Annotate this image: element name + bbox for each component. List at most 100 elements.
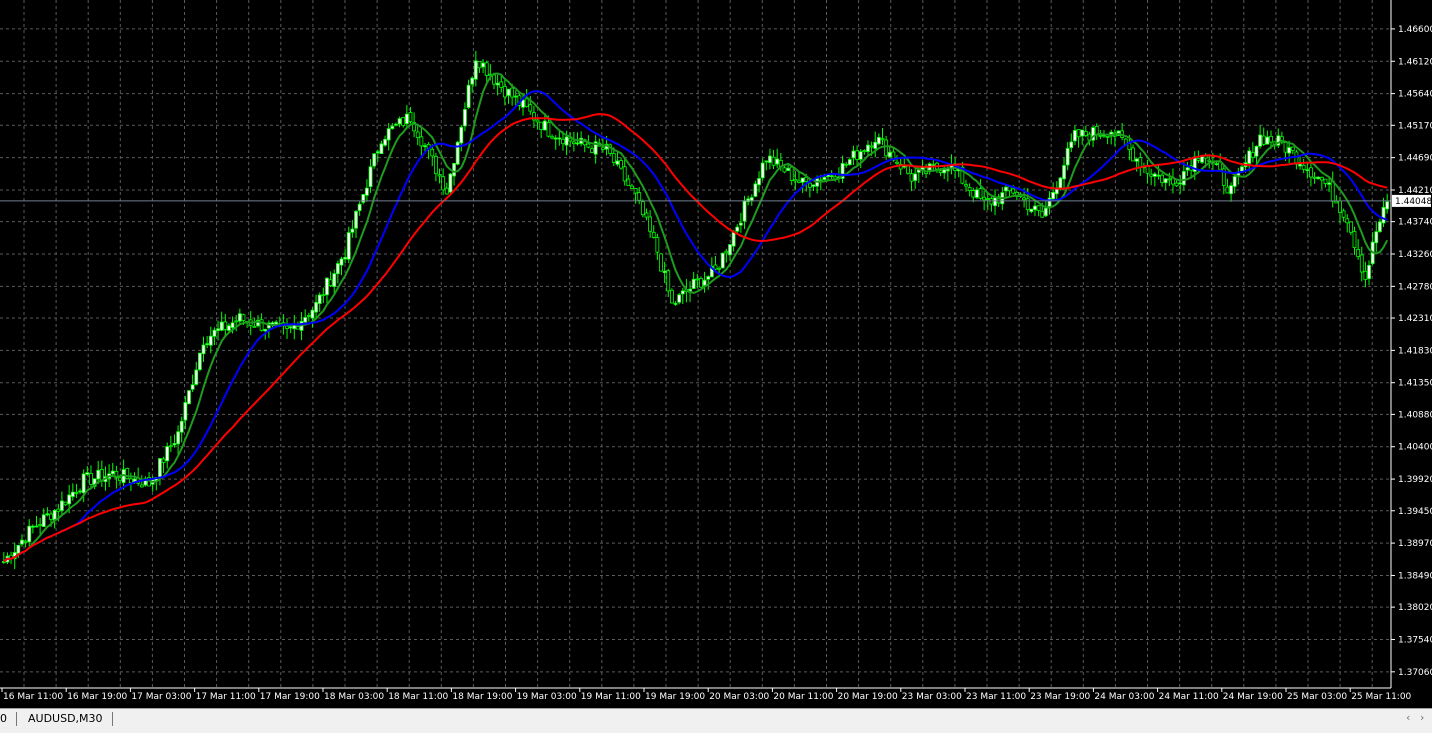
candle-bull [749,197,754,202]
candle-bear [1105,136,1110,138]
candle-bear [401,117,406,126]
candle-bear [771,156,776,166]
candle-bull [1367,264,1371,280]
candle-bull [702,279,707,286]
candle-bear [967,186,972,192]
candle-bear [862,150,867,152]
candle-bull [858,151,863,160]
candle-bear [484,62,489,76]
candle-bull [1073,130,1077,142]
candle-bull [847,159,852,166]
candle-bear [964,184,968,187]
candle-bear [499,81,504,88]
candle-bull [1051,191,1056,200]
candle-bear [985,198,990,201]
x-tick-label: 24 Mar 03:00 [1094,692,1154,702]
x-tick-label: 20 Mar 19:00 [838,692,898,702]
y-tick-label: 1.38970 [1398,539,1432,549]
y-tick-label: 1.39450 [1398,507,1432,517]
candle-bear [869,145,874,148]
y-tick-label: 1.37060 [1398,668,1432,678]
candle-bull [176,431,180,445]
candle-bull [1181,171,1186,186]
candle-bear [906,165,910,174]
candle-bull [786,167,790,171]
candle-bear [1138,157,1143,168]
candle-bull [506,88,511,96]
candle-bull [343,256,348,260]
candle-bull [165,446,170,462]
candle-bear [1345,218,1350,224]
candle-bear [1290,146,1295,151]
candle-bear [1196,157,1201,161]
x-tick-label: 16 Mar 19:00 [67,692,127,702]
candle-bull [615,160,620,165]
price-chart[interactable]: 1.44048 1.46600 1.46120 1.45640 1.45170 1.44… [0,0,1432,708]
candle-bull [379,143,384,155]
candle-bull [1134,158,1139,162]
candle-bull [1214,163,1219,166]
candle-bull [1305,169,1310,172]
y-tick-label: 1.39920 [1398,475,1432,485]
bid-price-label: 1.44048 [1395,197,1432,207]
y-tick-label: 1.46600 [1398,25,1432,35]
candle-bull [20,539,24,545]
candle-bear [539,121,544,130]
candle-bear [797,180,801,183]
y-tick-label: 1.41830 [1398,346,1432,356]
candle-bear [699,278,703,288]
candle-bear [1098,134,1103,137]
candle-bull [1232,176,1237,187]
candle-bull [521,99,525,108]
candle-bear [1301,164,1306,170]
candle-bear [1269,135,1273,143]
candle-bull [760,162,765,179]
candle-bear [1131,147,1135,162]
candle-bull [67,494,72,505]
candle-bull [16,544,21,554]
candle-bear [1334,200,1339,204]
candle-bear [713,264,718,270]
y-tick-label: 1.40400 [1398,443,1432,453]
candle-bear [648,216,653,232]
candle-bull [397,118,402,125]
candle-bull [194,369,199,385]
candle-bull [742,200,747,222]
candle-bear [1309,167,1313,178]
candle-bear [1040,210,1045,218]
candle-bull [404,113,409,125]
scroll-left-icon[interactable]: ‹ [1406,711,1410,724]
candle-bear [1330,180,1335,202]
candle-bull [728,244,732,256]
candle-bull [866,144,870,152]
candle-bear [633,188,638,194]
candle-bear [1167,178,1172,181]
candle-bull [45,513,50,516]
x-tick-label: 20 Mar 11:00 [773,692,833,702]
candle-bull [1381,206,1386,224]
x-tick-label: 19 Mar 11:00 [581,692,641,702]
candle-bull [314,302,318,313]
candle-bear [1207,159,1212,162]
scroll-right-icon[interactable]: › [1420,711,1424,724]
x-tick-label: 23 Mar 11:00 [966,692,1026,702]
candle-bull [190,384,195,390]
candle-bull [1004,186,1008,192]
candle-bear [419,136,424,147]
tab-prefix[interactable]: 0 [0,712,7,725]
candle-bull [1254,145,1259,157]
candle-bear [296,326,300,330]
tab-audusd-m30[interactable]: AUDUSD,M30 [28,712,103,725]
y-tick-label: 1.37540 [1398,635,1432,645]
candle-bull [27,525,32,543]
candle-bull [974,189,979,198]
candle-bear [1319,176,1324,181]
candle-bear [433,155,438,175]
x-tick-label: 19 Mar 19:00 [645,692,705,702]
candle-bear [637,192,642,201]
candle-bull [1156,174,1161,177]
candle-bull [1327,182,1331,185]
candle-bear [695,278,700,281]
candle-bull [390,125,395,129]
candle-bull [183,402,188,421]
